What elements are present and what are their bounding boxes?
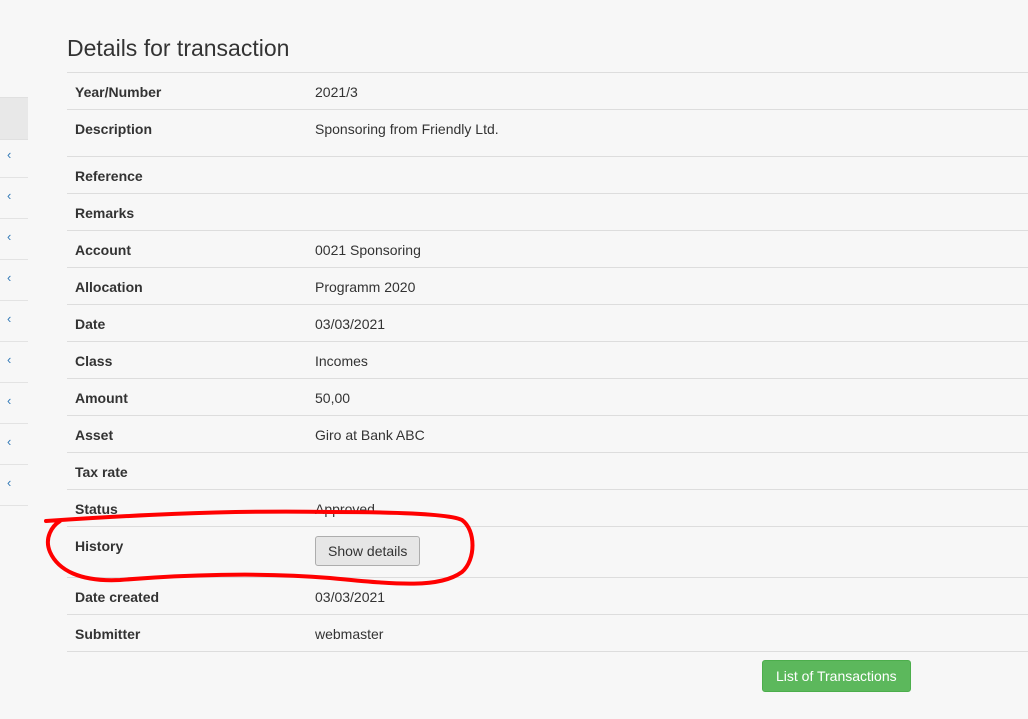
chevron-left-icon: ‹	[7, 311, 12, 326]
table-row: Date created 03/03/2021	[67, 577, 1028, 615]
show-details-button[interactable]: Show details	[315, 536, 421, 566]
row-label: Submitter	[67, 614, 307, 652]
row-label: Asset	[67, 415, 307, 453]
table-row: Remarks	[67, 193, 1028, 231]
chevron-left-icon: ‹	[7, 229, 12, 244]
row-label: Account	[67, 230, 307, 268]
table-row: Account 0021 Sponsoring	[67, 230, 1028, 268]
table-row: Date 03/03/2021	[67, 304, 1028, 342]
row-value	[307, 193, 1028, 231]
transaction-details-table: Year/Number 2021/3 Description Sponsorin…	[67, 72, 1028, 652]
row-label: Description	[67, 109, 307, 157]
sidebar-item[interactable]: ‹	[0, 384, 28, 424]
row-value: Show details	[307, 526, 1028, 578]
row-value: Incomes	[307, 341, 1028, 379]
row-label: Status	[67, 489, 307, 527]
chevron-left-icon: ‹	[7, 188, 12, 203]
row-label: History	[67, 526, 307, 578]
sidebar: ‹ ‹ ‹ ‹ ‹ ‹ ‹ ‹ ‹	[0, 0, 28, 719]
row-value	[307, 156, 1028, 194]
row-value: 03/03/2021	[307, 304, 1028, 342]
sidebar-item[interactable]: ‹	[0, 179, 28, 219]
row-label: Remarks	[67, 193, 307, 231]
row-label: Class	[67, 341, 307, 379]
row-value	[307, 452, 1028, 490]
row-label: Date created	[67, 577, 307, 615]
row-value: Programm 2020	[307, 267, 1028, 305]
sidebar-item[interactable]: ‹	[0, 466, 28, 506]
table-row: Status Approved	[67, 489, 1028, 527]
row-value: 03/03/2021	[307, 577, 1028, 615]
row-label: Reference	[67, 156, 307, 194]
table-row: Allocation Programm 2020	[67, 267, 1028, 305]
row-label: Tax rate	[67, 452, 307, 490]
chevron-left-icon: ‹	[7, 434, 12, 449]
status-value: Approved	[307, 489, 1028, 527]
page: ‹ ‹ ‹ ‹ ‹ ‹ ‹ ‹ ‹ Details for transactio…	[0, 0, 1028, 719]
sidebar-item[interactable]: ‹	[0, 220, 28, 260]
sidebar-item[interactable]: ‹	[0, 261, 28, 301]
table-row: Reference	[67, 156, 1028, 194]
chevron-left-icon: ‹	[7, 147, 12, 162]
chevron-left-icon: ‹	[7, 475, 12, 490]
row-value: 0021 Sponsoring	[307, 230, 1028, 268]
row-label: Allocation	[67, 267, 307, 305]
sidebar-item[interactable]: ‹	[0, 302, 28, 342]
chevron-left-icon: ‹	[7, 270, 12, 285]
list-of-transactions-button[interactable]: List of Transactions	[762, 660, 911, 692]
table-row: Amount 50,00	[67, 378, 1028, 416]
page-title: Details for transaction	[67, 35, 290, 61]
sidebar-active-item[interactable]	[0, 97, 28, 140]
table-row: History Show details	[67, 526, 1028, 578]
table-row: Class Incomes	[67, 341, 1028, 379]
row-value: Sponsoring from Friendly Ltd.	[307, 109, 1028, 157]
table-row: Tax rate	[67, 452, 1028, 490]
table-row: Description Sponsoring from Friendly Ltd…	[67, 109, 1028, 157]
row-label: Date	[67, 304, 307, 342]
row-value: 2021/3	[307, 72, 1028, 110]
row-value: webmaster	[307, 614, 1028, 652]
table-row: Asset Giro at Bank ABC	[67, 415, 1028, 453]
row-value: Giro at Bank ABC	[307, 415, 1028, 453]
row-label: Year/Number	[67, 72, 307, 110]
row-label: Amount	[67, 378, 307, 416]
chevron-left-icon: ‹	[7, 393, 12, 408]
row-value: 50,00	[307, 378, 1028, 416]
chevron-left-icon: ‹	[7, 352, 12, 367]
table-row: Year/Number 2021/3	[67, 72, 1028, 110]
table-row: Submitter webmaster	[67, 614, 1028, 652]
sidebar-item[interactable]: ‹	[0, 343, 28, 383]
sidebar-item[interactable]: ‹	[0, 425, 28, 465]
sidebar-item[interactable]: ‹	[0, 138, 28, 178]
